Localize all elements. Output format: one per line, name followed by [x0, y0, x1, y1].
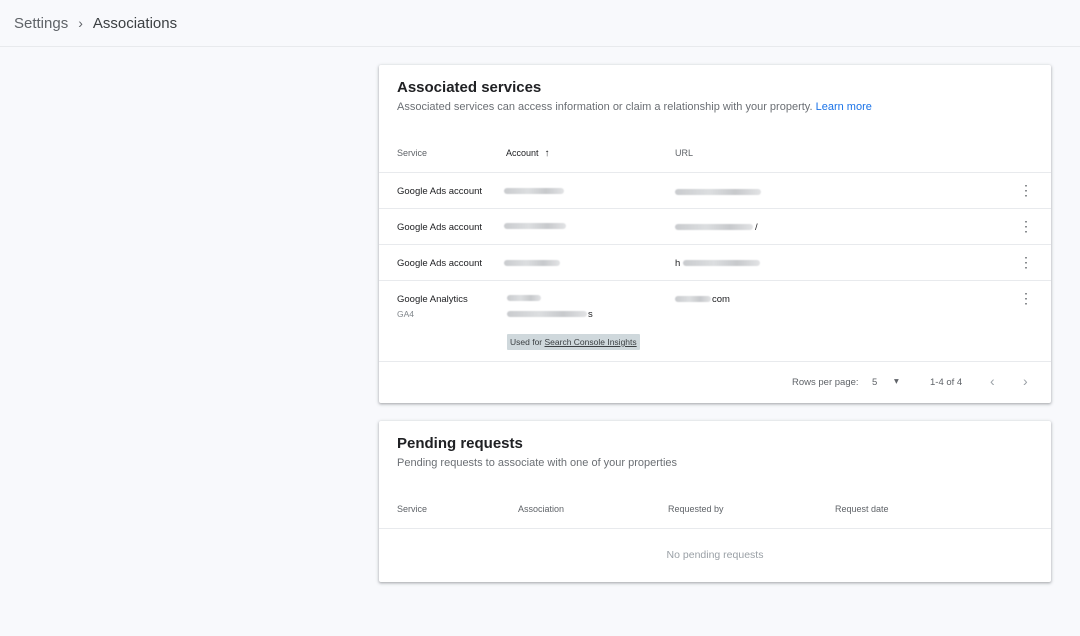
table-row: Google Ads account h ⋮: [379, 244, 1051, 280]
url-redacted: [675, 296, 711, 302]
pending-requests-card: Pending requests Pending requests to ass…: [379, 421, 1051, 582]
pending-requests-title: Pending requests: [397, 435, 523, 452]
page-title: Associations: [92, 14, 178, 32]
pagination: Rows per page: 5 ▾ 1-4 of 4 ‹ ›: [379, 361, 1051, 403]
breadcrumb-settings[interactable]: Settings: [14, 15, 68, 32]
pending-requests-subtitle: Pending requests to associate with one o…: [397, 457, 678, 469]
account-redacted: [507, 295, 541, 301]
chevron-left-icon[interactable]: ‹: [990, 373, 995, 389]
service-name: Google Ads account: [397, 186, 483, 197]
column-header-url[interactable]: URL: [675, 148, 693, 158]
column-header-service[interactable]: Service: [397, 148, 427, 158]
breadcrumb: Settings › Associations: [0, 0, 1080, 47]
table-row: Google Ads account ⋮: [379, 172, 1051, 208]
associated-services-subtitle: Associated services can access informati…: [397, 101, 872, 113]
column-header-association[interactable]: Association: [518, 504, 564, 514]
url-redacted: [683, 260, 760, 266]
url-redacted: [675, 189, 761, 195]
service-name: Google Ads account: [397, 222, 483, 233]
rows-per-page-label: Rows per page:: [792, 377, 859, 388]
service-subtitle: GA4: [397, 309, 415, 319]
more-vert-icon[interactable]: ⋮: [1019, 255, 1033, 269]
learn-more-link[interactable]: Learn more: [816, 101, 872, 113]
usage-chip: Used for Search Console Insights: [507, 334, 640, 350]
table-row: Google Analytics GA4 s com Used for Sear…: [379, 280, 1051, 361]
table-row: Google Ads account / ⋮: [379, 208, 1051, 244]
chevron-right-icon[interactable]: ›: [1023, 373, 1028, 389]
chevron-down-icon[interactable]: ▾: [894, 376, 899, 387]
rows-per-page-value[interactable]: 5: [872, 377, 877, 388]
account-redacted: [504, 223, 566, 229]
more-vert-icon[interactable]: ⋮: [1019, 291, 1033, 305]
column-header-requested-by[interactable]: Requested by: [668, 504, 724, 514]
service-name: Google Analytics: [397, 294, 468, 305]
url-suffix: /: [755, 222, 758, 233]
column-header-request-date[interactable]: Request date: [835, 504, 889, 514]
column-header-service[interactable]: Service: [397, 504, 427, 514]
url-redacted: [675, 224, 753, 230]
account-redacted: [504, 188, 564, 194]
account-tail: s: [588, 309, 593, 320]
url-prefix: h: [675, 258, 681, 269]
more-vert-icon[interactable]: ⋮: [1019, 183, 1033, 197]
service-name: Google Ads account: [397, 258, 483, 269]
more-vert-icon[interactable]: ⋮: [1019, 219, 1033, 233]
empty-state-message: No pending requests: [666, 549, 764, 561]
associated-services-title: Associated services: [397, 79, 542, 96]
pagination-range: 1-4 of 4: [930, 377, 963, 388]
associated-services-card: Associated services Associated services …: [379, 65, 1051, 403]
account-redacted: [507, 311, 587, 317]
url-tail: com: [712, 294, 730, 305]
chevron-right-icon: ›: [78, 15, 83, 31]
search-console-insights-link[interactable]: Search Console Insights: [545, 337, 637, 347]
column-header-account[interactable]: Account ↑: [506, 148, 550, 159]
arrow-up-icon: ↑: [544, 148, 550, 159]
account-redacted: [504, 260, 560, 266]
